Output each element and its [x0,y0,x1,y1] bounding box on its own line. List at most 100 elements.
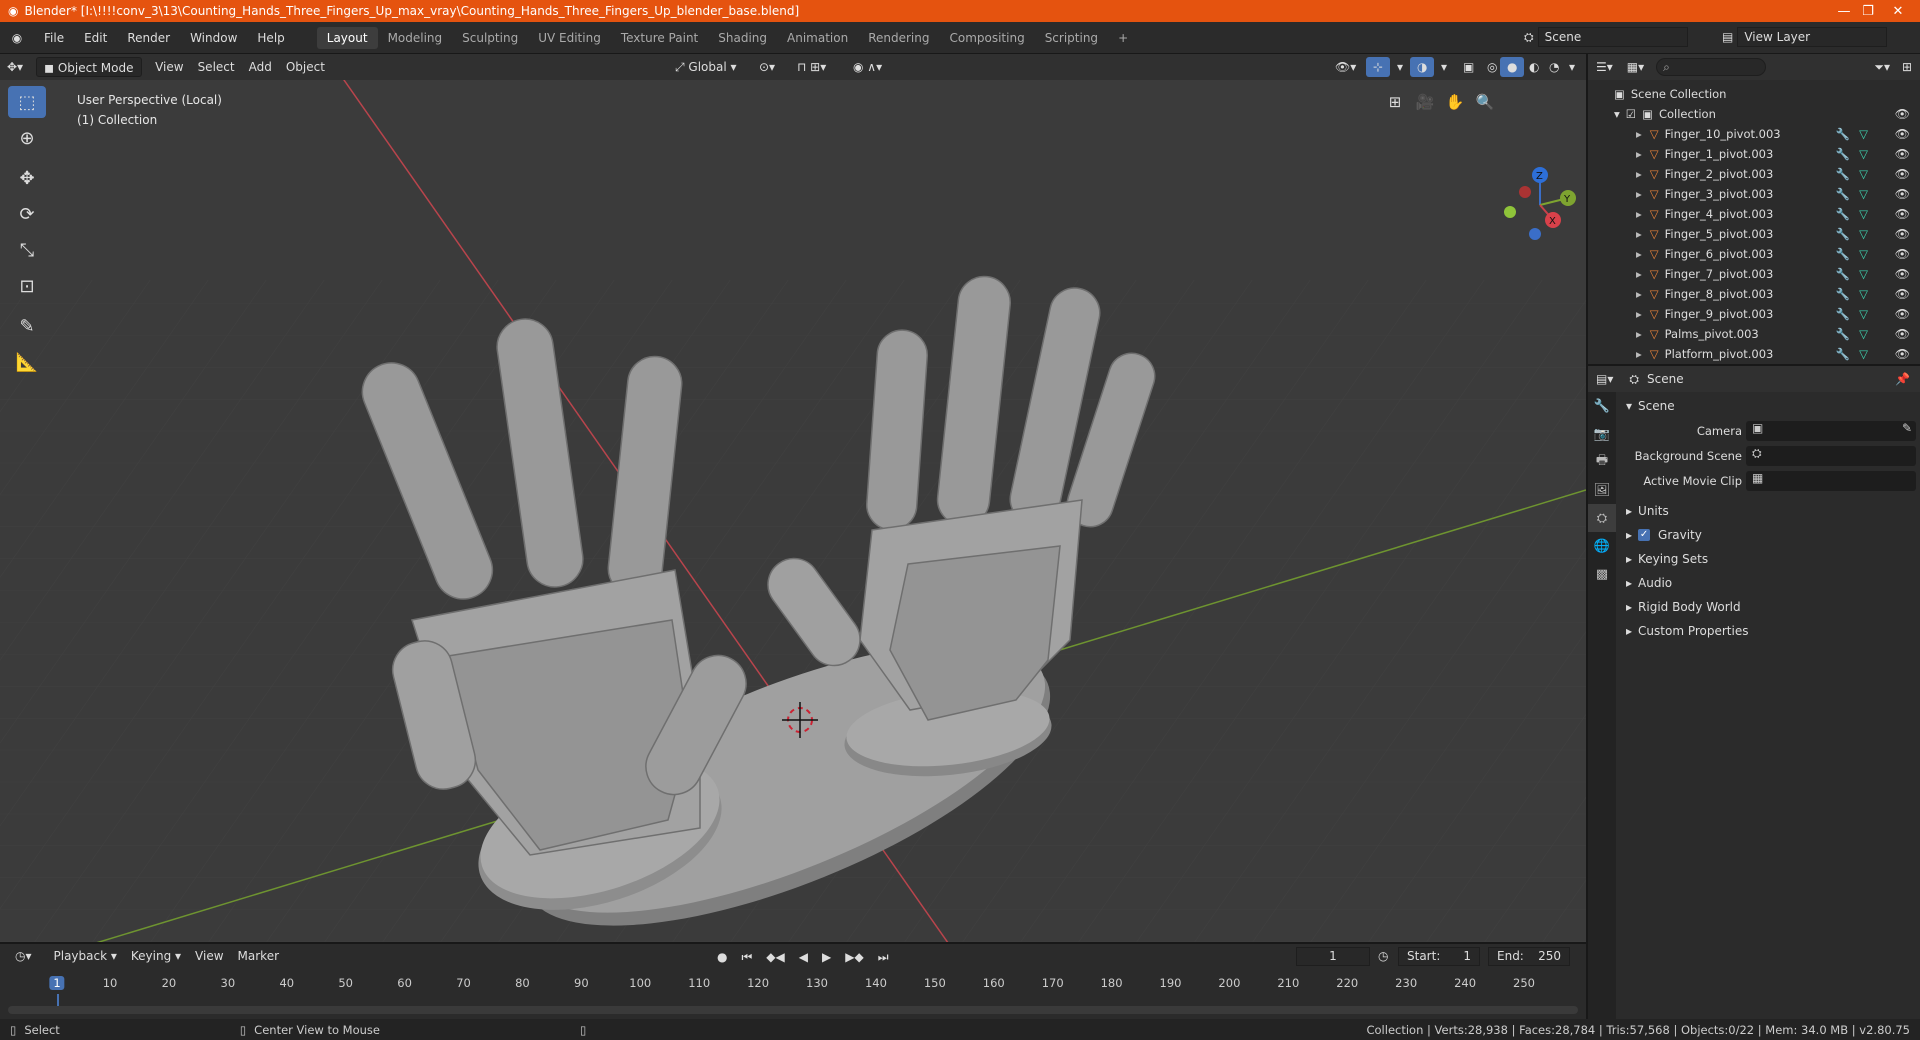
outliner-object-row[interactable]: ▸ ▽ Finger_9_pivot.003 🔧 ▽ 👁 [1588,304,1920,324]
mesh-data-icon[interactable]: ▽ [1859,287,1868,301]
units-panel-header[interactable]: ▸ Units [1616,499,1920,523]
scene-selector[interactable]: Scene [1537,27,1688,47]
mesh-data-icon[interactable]: ▽ [1859,187,1868,201]
editor-type-icon[interactable]: ✥▾ [0,57,30,77]
expand-arrow-icon[interactable]: ▸ [1636,287,1642,301]
timeline-scrollbar[interactable] [8,1006,1578,1014]
outliner-object-row[interactable]: ▸ ▽ Finger_7_pivot.003 🔧 ▽ 👁 [1588,264,1920,284]
workspace-tab-layout[interactable]: Layout [316,26,378,49]
scene-section-header[interactable]: ▾ Scene [1616,394,1920,418]
camera-field[interactable]: ▣ ✎ [1746,420,1916,441]
gizmo-dropdown-icon[interactable]: ▾ [1390,57,1410,77]
outliner-object-row[interactable]: ▸ ▽ Finger_4_pivot.003 🔧 ▽ 👁 [1588,204,1920,224]
eye-icon[interactable]: 👁 [1895,187,1910,201]
timeline-menu-view[interactable]: View [188,946,230,966]
gravity-panel-header[interactable]: ▸ ✓ Gravity [1616,523,1920,547]
frame-ruler[interactable]: 1 10 20 30 40 50 60 70 80 90 100 110 120 130 140 150 160… [0,976,1586,1008]
new-collection-icon[interactable]: ⊞ [1902,60,1912,74]
workspace-tab-shading[interactable]: Shading [708,27,777,49]
move-tool-icon[interactable]: ✥ [8,162,46,194]
transform-orientation-dropdown[interactable]: ⤢ Global ▾ [668,57,744,77]
expand-arrow-icon[interactable]: ▸ [1636,247,1642,261]
modifier-wrench-icon[interactable]: 🔧 [1836,267,1850,281]
timeline-menu-keying[interactable]: Keying ▾ [124,946,188,966]
active-movie-clip-field[interactable]: ▦ [1746,470,1916,491]
scene-tab-icon[interactable]: ⛭ [1588,504,1616,532]
add-workspace-icon[interactable]: + [1108,27,1138,49]
xray-icon[interactable]: ▣ [1456,57,1481,77]
prev-keyframe-icon[interactable]: ◆◀ [759,947,791,967]
camera-view-icon[interactable]: 🎥 [1410,88,1440,116]
transform-tool-icon[interactable]: ⊡ [8,270,46,302]
mesh-data-icon[interactable]: ▽ [1859,267,1868,281]
eye-icon[interactable]: 👁 [1895,107,1910,121]
workspace-tab-texture-paint[interactable]: Texture Paint [611,27,708,49]
eye-icon[interactable]: 👁 [1895,347,1910,361]
outliner-object-row[interactable]: ▸ ▽ Finger_6_pivot.003 🔧 ▽ 👁 [1588,244,1920,264]
eye-icon[interactable]: 👁 [1895,287,1910,301]
next-keyframe-icon[interactable]: ▶◆ [838,947,870,967]
eye-icon[interactable]: 👁 [1895,307,1910,321]
shading-solid-icon[interactable]: ● [1500,57,1525,77]
output-tab-icon[interactable]: 🖶 [1588,448,1616,476]
cursor-tool-icon[interactable]: ⊕ [8,122,46,154]
custom-properties-panel-header[interactable]: ▸ Custom Properties [1616,619,1920,643]
properties-editor-icon[interactable]: ▤▾ [1596,372,1613,386]
eye-icon[interactable]: 👁 [1895,127,1910,141]
play-reverse-icon[interactable]: ◀ [792,947,815,967]
play-icon[interactable]: ▶ [815,947,838,967]
jump-end-icon[interactable]: ⏭ [871,947,896,967]
menu-file[interactable]: File [34,27,74,49]
mode-dropdown[interactable]: ◼ Object Mode ▾ [36,57,143,95]
expand-arrow-icon[interactable]: ▾ [1614,107,1620,121]
visibility-icon[interactable]: 👁▾ [1328,57,1363,77]
mesh-data-icon[interactable]: ▽ [1859,147,1868,161]
expand-arrow-icon[interactable]: ▸ [1636,167,1642,181]
mesh-data-icon[interactable]: ▽ [1859,227,1868,241]
timeline-menu-marker[interactable]: Marker [231,946,286,966]
expand-arrow-icon[interactable]: ▸ [1636,207,1642,221]
overlays-dropdown-icon[interactable]: ▾ [1434,57,1454,77]
eye-icon[interactable]: 👁 [1895,147,1910,161]
timeline-menu-playback[interactable]: Playback ▾ [47,946,124,966]
workspace-tab-rendering[interactable]: Rendering [858,27,939,49]
mesh-data-icon[interactable]: ▽ [1859,207,1868,221]
end-frame-field[interactable]: End: 250 [1488,947,1570,966]
eye-icon[interactable]: 👁 [1895,227,1910,241]
record-icon[interactable]: ● [710,947,734,967]
measure-tool-icon[interactable]: 📐 [8,346,46,378]
mesh-data-icon[interactable]: ▽ [1859,247,1868,261]
outliner-search-input[interactable]: ⌕ [1656,58,1767,76]
expand-arrow-icon[interactable]: ▸ [1636,267,1642,281]
outliner-object-row[interactable]: ▸ ▽ Finger_2_pivot.003 🔧 ▽ 👁 [1588,164,1920,184]
mesh-data-icon[interactable]: ▽ [1859,327,1868,341]
background-scene-field[interactable]: ⛭ [1746,445,1916,466]
eyedropper-icon[interactable]: ✎ [1902,421,1912,435]
scale-tool-icon[interactable]: ⤡ [8,234,46,266]
outliner-object-row[interactable]: ▸ ▽ Finger_3_pivot.003 🔧 ▽ 👁 [1588,184,1920,204]
close-button[interactable]: ✕ [1876,0,1920,22]
overlays-toggle-icon[interactable]: ◑ [1410,57,1435,77]
eye-icon[interactable]: 👁 [1895,247,1910,261]
workspace-tab-compositing[interactable]: Compositing [939,27,1034,49]
modifier-wrench-icon[interactable]: 🔧 [1836,167,1850,181]
audio-panel-header[interactable]: ▸ Audio [1616,571,1920,595]
keying-sets-panel-header[interactable]: ▸ Keying Sets [1616,547,1920,571]
menu-edit[interactable]: Edit [74,27,117,49]
current-frame-field[interactable]: 1 [1296,947,1370,966]
zoom-icon[interactable]: 🔍 [1470,88,1500,116]
modifier-wrench-icon[interactable]: 🔧 [1836,147,1850,161]
viewport-menu-object[interactable]: Object [279,57,332,77]
shading-dropdown-icon[interactable]: ▾ [1562,57,1582,77]
outliner-object-row[interactable]: ▸ ▽ Platform_pivot.003 🔧 ▽ 👁 [1588,344,1920,364]
view-layer-tab-icon[interactable]: 🖼 [1588,476,1616,504]
viewport-menu-select[interactable]: Select [191,57,242,77]
blender-menu-icon[interactable]: ◉ [0,31,34,45]
start-frame-field[interactable]: Start: 1 [1398,947,1480,966]
clock-icon[interactable]: ◷ [1378,949,1388,963]
workspace-tab-animation[interactable]: Animation [777,27,858,49]
outliner-object-row[interactable]: ▸ ▽ Finger_10_pivot.003 🔧 ▽ 👁 [1588,124,1920,144]
world-tab-icon[interactable]: 🌐 [1588,532,1616,560]
expand-arrow-icon[interactable]: ▸ [1636,187,1642,201]
modifier-wrench-icon[interactable]: 🔧 [1836,207,1850,221]
